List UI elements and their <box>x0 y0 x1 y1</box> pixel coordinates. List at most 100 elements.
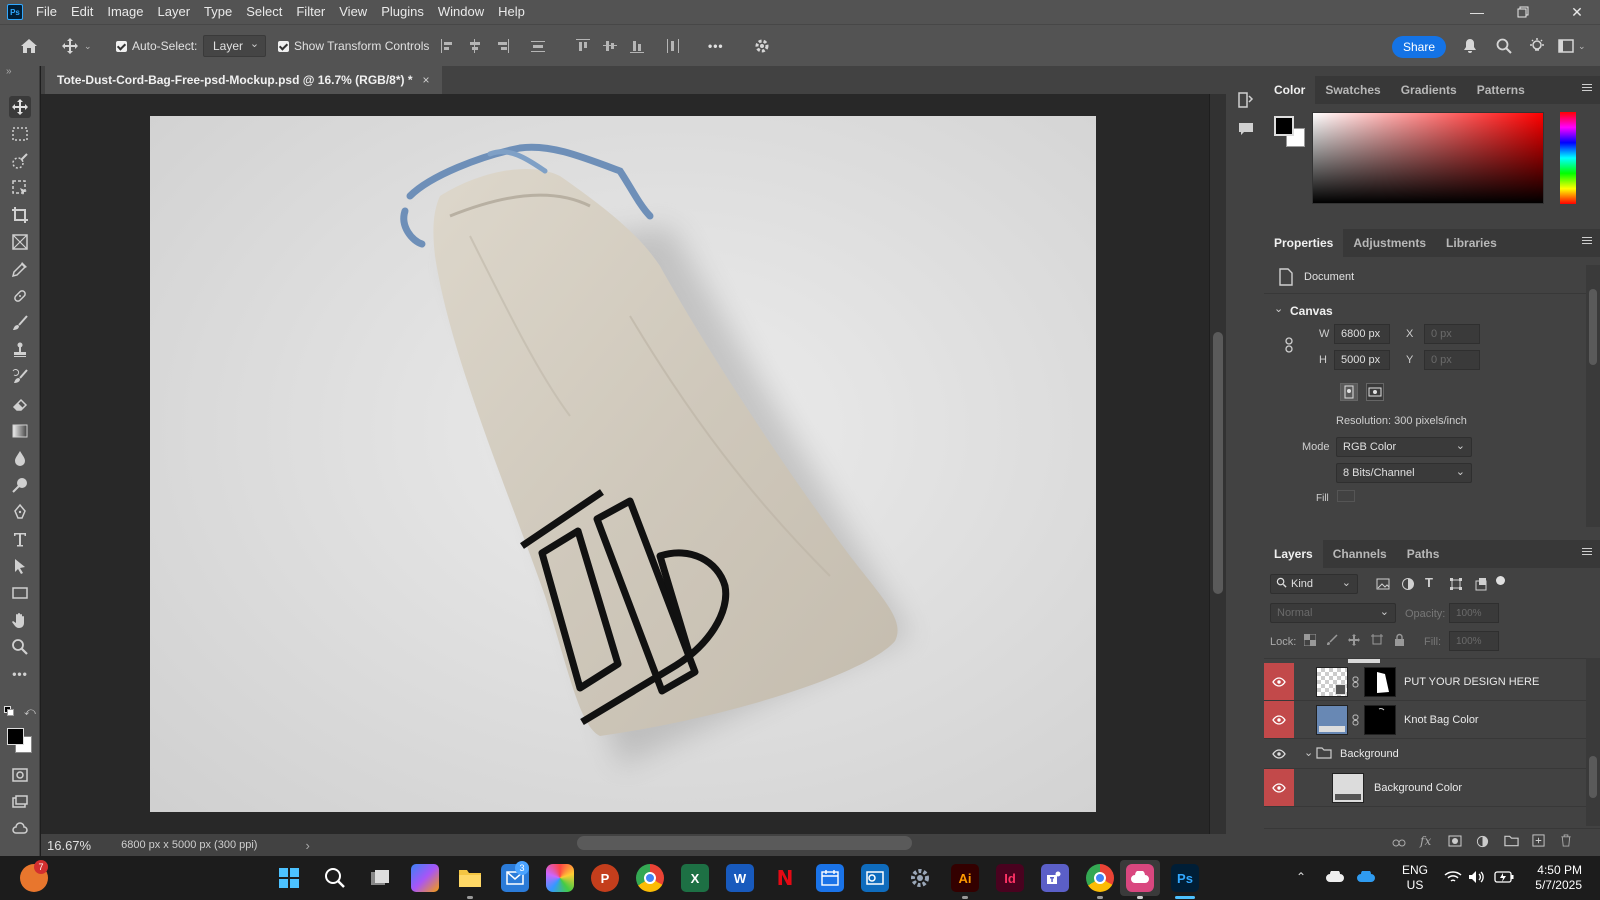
screen-mode-icon[interactable] <box>9 791 31 813</box>
cloud-sync-icon[interactable] <box>9 818 31 840</box>
new-adjustment-layer-icon[interactable] <box>1476 835 1489 851</box>
canvas-collapse-icon[interactable]: ⌄ <box>1274 302 1283 315</box>
quick-selection-tool-icon[interactable] <box>9 150 31 172</box>
tab-patterns[interactable]: Patterns <box>1467 76 1535 104</box>
status-menu-arrow[interactable]: › <box>305 838 309 853</box>
properties-scrollbar[interactable] <box>1586 265 1600 527</box>
distribute-vertical-icon[interactable] <box>531 39 545 53</box>
filter-adjustment-icon[interactable] <box>1401 577 1415 594</box>
opacity-field[interactable]: 100% <box>1449 603 1499 623</box>
crop-tool-icon[interactable] <box>9 204 31 226</box>
filter-smart-object-icon[interactable] <box>1474 577 1488 594</box>
onedrive-blue-icon[interactable] <box>1356 869 1376 886</box>
frame-tool-icon[interactable] <box>9 231 31 253</box>
add-mask-icon[interactable] <box>1448 835 1462 850</box>
show-hidden-icons-icon[interactable]: ⌃ <box>1296 870 1306 884</box>
home-icon[interactable] <box>20 25 38 67</box>
properties-scrollbar-thumb[interactable] <box>1589 289 1597 365</box>
search-icon[interactable] <box>1496 25 1512 67</box>
default-colors-icon[interactable] <box>4 706 14 716</box>
layer-row[interactable]: Knot Bag Color <box>1264 701 1586 739</box>
tab-layers[interactable]: Layers <box>1264 540 1323 568</box>
menu-plugins[interactable]: Plugins <box>374 0 431 24</box>
clone-stamp-tool-icon[interactable] <box>9 339 31 361</box>
layers-scrollbar-thumb[interactable] <box>1589 756 1597 798</box>
layers-panel-menu-icon[interactable] <box>1582 548 1592 558</box>
copilot-icon[interactable] <box>411 864 439 892</box>
illustrator-icon[interactable]: Ai <box>951 864 979 892</box>
move-tool-preset-icon[interactable]: ⌄ <box>62 25 92 67</box>
layer-name-background-group[interactable]: Background <box>1340 748 1399 760</box>
layer-visibility-eye-icon[interactable] <box>1264 769 1294 806</box>
healing-brush-tool-icon[interactable] <box>9 285 31 307</box>
menu-file[interactable]: File <box>29 0 64 24</box>
align-top-icon[interactable] <box>576 39 590 53</box>
align-middle-icon[interactable] <box>603 39 617 53</box>
canvas-x-field[interactable]: 0 px <box>1424 324 1480 344</box>
canvas-y-field[interactable]: 0 px <box>1424 350 1480 370</box>
excel-icon[interactable]: X <box>681 864 709 892</box>
vertical-scrollbar[interactable] <box>1210 94 1226 834</box>
menu-layer[interactable]: Layer <box>151 0 198 24</box>
start-windows-icon[interactable] <box>275 864 303 892</box>
lock-all-icon[interactable] <box>1394 633 1405 649</box>
color-saturation-field[interactable] <box>1312 112 1544 204</box>
horizontal-scrollbar-thumb[interactable] <box>577 836 912 850</box>
zoom-tool-icon[interactable] <box>9 636 31 658</box>
link-layers-icon[interactable] <box>1392 837 1406 851</box>
layer-visibility-eye-icon[interactable] <box>1264 701 1294 738</box>
file-explorer-icon[interactable] <box>456 864 484 892</box>
menu-view[interactable]: View <box>332 0 374 24</box>
layer-mask-thumbnail[interactable] <box>1364 705 1396 735</box>
outlook-icon[interactable] <box>861 864 889 892</box>
properties-panel-menu-icon[interactable] <box>1582 237 1592 247</box>
layer-name-design[interactable]: PUT YOUR DESIGN HERE <box>1404 676 1539 688</box>
indesign-icon[interactable]: Id <box>996 864 1024 892</box>
filter-shape-icon[interactable] <box>1449 577 1463 594</box>
layer-thumbnail[interactable] <box>1316 667 1348 697</box>
fill-opacity-field[interactable]: 100% <box>1449 631 1499 651</box>
photoshop-taskbar-icon[interactable]: Ps <box>1171 864 1199 892</box>
landscape-orientation-icon[interactable] <box>1366 383 1384 401</box>
document-canvas[interactable] <box>150 116 1096 812</box>
canvas-workspace[interactable] <box>41 94 1209 834</box>
battery-icon[interactable] <box>1494 871 1514 886</box>
filter-type-icon[interactable]: T <box>1425 575 1433 590</box>
dodge-tool-icon[interactable] <box>9 474 31 496</box>
taskbar-search-icon[interactable] <box>321 864 349 892</box>
collapse-toolbar-icon[interactable]: » <box>6 66 12 77</box>
comments-panel-icon[interactable] <box>1238 121 1254 140</box>
layers-scrollbar[interactable] <box>1586 658 1600 826</box>
vertical-scrollbar-thumb[interactable] <box>1213 332 1223 594</box>
fg-bg-swatches[interactable] <box>1274 116 1306 148</box>
layer-filter-dropdown[interactable]: Kind <box>1270 574 1358 594</box>
tab-swatches[interactable]: Swatches <box>1315 76 1390 104</box>
color-foreground-swatch[interactable] <box>1274 116 1294 136</box>
new-layer-icon[interactable] <box>1532 834 1545 850</box>
canvas-width-field[interactable]: 6800 px <box>1334 324 1390 344</box>
share-button[interactable]: Share <box>1392 36 1446 58</box>
hue-slider[interactable] <box>1560 112 1576 204</box>
object-selection-tool-icon[interactable] <box>9 177 31 199</box>
tab-properties[interactable]: Properties <box>1264 229 1344 257</box>
bell-icon[interactable] <box>1462 25 1478 67</box>
fill-swatch[interactable] <box>1337 490 1355 502</box>
tab-gradients[interactable]: Gradients <box>1391 76 1467 104</box>
layer-name-background-color[interactable]: Background Color <box>1374 782 1462 794</box>
quick-mask-icon[interactable] <box>9 764 31 786</box>
history-brush-tool-icon[interactable] <box>9 366 31 388</box>
layer-group-row[interactable]: ⌄ Background <box>1264 739 1586 769</box>
type-tool-icon[interactable] <box>9 528 31 550</box>
layer-visibility-eye-icon[interactable] <box>1264 739 1294 768</box>
color-swatches-widget[interactable] <box>7 728 33 754</box>
group-expand-chevron-icon[interactable]: ⌄ <box>1304 746 1313 759</box>
tab-paths[interactable]: Paths <box>1397 540 1450 568</box>
pen-tool-icon[interactable] <box>9 501 31 523</box>
color-panel-menu-icon[interactable] <box>1582 84 1592 94</box>
align-right-icon[interactable] <box>495 39 509 53</box>
eyedropper-tool-icon[interactable] <box>9 258 31 280</box>
layer-style-icon[interactable]: fx <box>1420 834 1431 848</box>
close-document-icon[interactable]: × <box>423 73 430 87</box>
minimize-icon[interactable]: — <box>1454 0 1500 24</box>
gear-icon[interactable] <box>754 25 770 67</box>
